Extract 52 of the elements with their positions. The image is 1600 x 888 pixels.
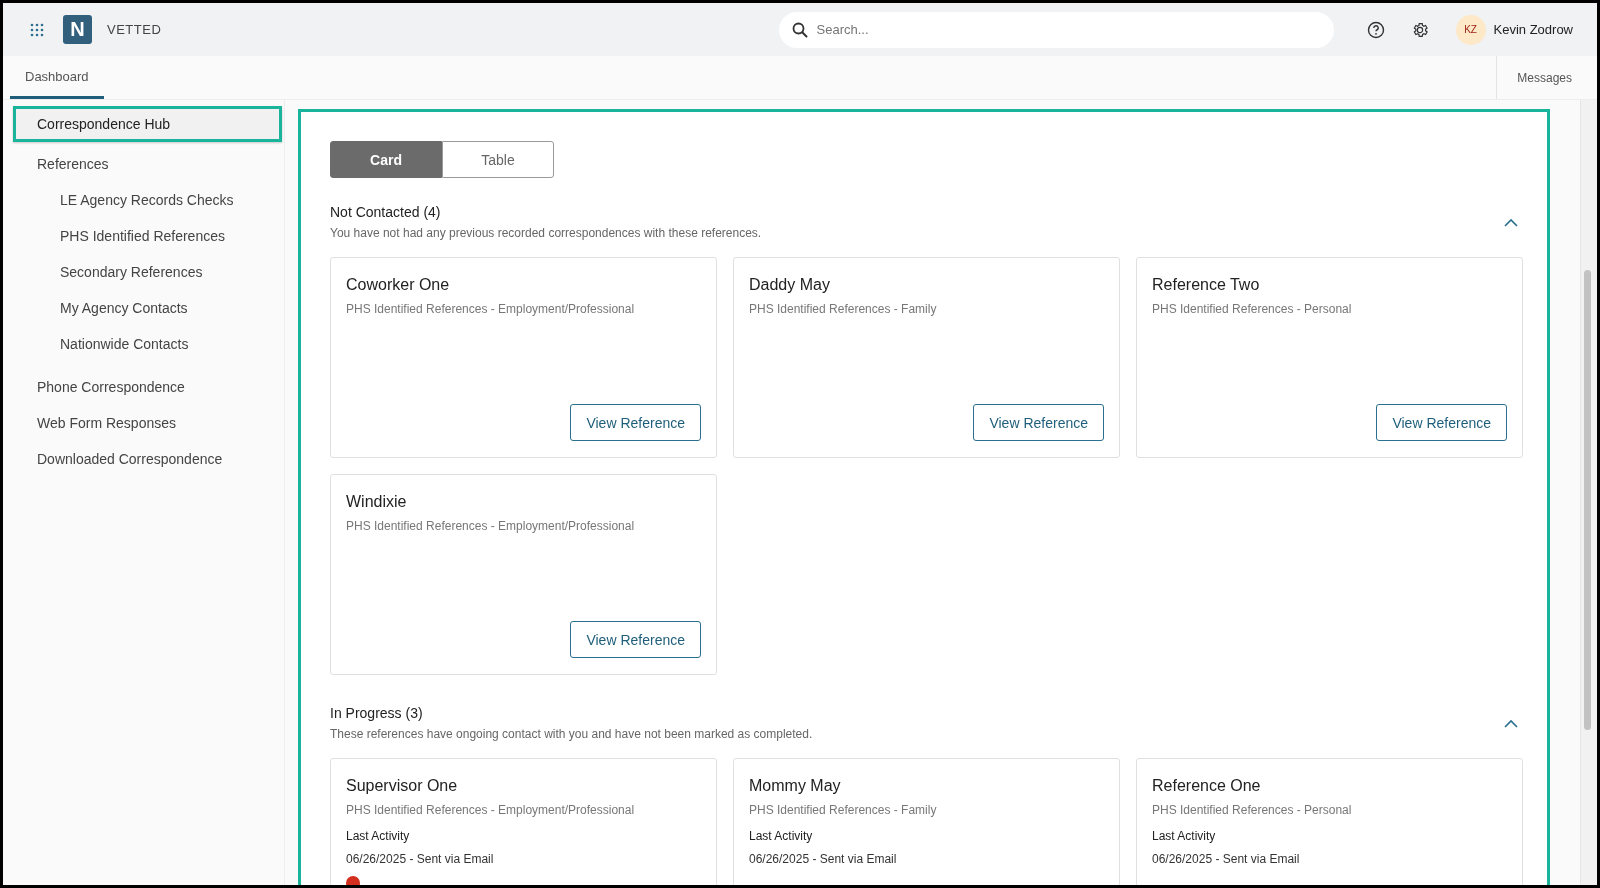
sidebar-subitem[interactable]: Nationwide Contacts (13, 326, 284, 362)
sidebar-item[interactable]: Phone Correspondence (13, 369, 282, 405)
search-field[interactable]: Search... (778, 11, 1334, 48)
view-toggle-button[interactable]: Card (330, 141, 442, 178)
sidebar-subitem[interactable]: PHS Identified References (13, 218, 284, 254)
reference-category: PHS Identified References - Family (749, 302, 938, 316)
activity-label: Last Activity (1152, 829, 1217, 843)
reference-name: Windixie (346, 493, 408, 511)
section-title: In Progress (3) (330, 705, 424, 721)
activity-label: Last Activity (749, 829, 814, 843)
view-reference-button[interactable]: View Reference (1376, 404, 1507, 441)
section-description: You have not had any previous recorded correspondences with these references. (330, 226, 763, 240)
activity-label: Last Activity (346, 829, 411, 843)
scrollbar[interactable] (1580, 100, 1597, 885)
sidebar-item[interactable]: Web Form Responses (13, 405, 282, 441)
sidebar-item[interactable]: Downloaded Correspondence (13, 441, 282, 477)
sidebar-subitem[interactable]: LE Agency Records Checks (13, 182, 284, 218)
app-grid-icon[interactable] (30, 22, 44, 37)
reference-name: Coworker One (346, 276, 451, 294)
messages-tab[interactable]: Messages (1496, 56, 1597, 99)
view-reference-button[interactable]: View Reference (570, 621, 701, 658)
sidebar-subitem[interactable]: Secondary References (13, 254, 284, 290)
logo: N (63, 15, 92, 44)
reference-name: Reference One (1152, 777, 1262, 795)
user-name[interactable]: Kevin Zodrow (1493, 22, 1573, 37)
activity-text: 06/26/2025 - Sent via Email (749, 852, 898, 866)
reference-category: PHS Identified References - Personal (1152, 803, 1353, 817)
user-avatar[interactable]: KZ (1455, 14, 1486, 45)
scrollbar-thumb[interactable] (1584, 270, 1591, 730)
collapse-chevron-icon[interactable] (1504, 718, 1518, 728)
activity-text: 06/26/2025 - Sent via Email (346, 852, 495, 866)
help-icon[interactable] (1366, 20, 1385, 39)
section-description: These references have ongoing contact with you and have not been marked as completed. (330, 727, 814, 741)
section-title: Not Contacted (4) (330, 204, 442, 220)
sidebar-subitem[interactable]: My Agency Contacts (13, 290, 284, 326)
reference-name: Reference Two (1152, 276, 1261, 294)
sidebar-item[interactable]: References (13, 146, 282, 182)
reference-category: PHS Identified References - Personal (1152, 302, 1353, 316)
app-name: VETTED (107, 22, 162, 37)
reference-name: Mommy May (749, 777, 842, 795)
sidebar-item[interactable]: Correspondence Hub (13, 106, 282, 142)
view-toggle-button[interactable]: Table (442, 141, 554, 178)
view-reference-button[interactable]: View Reference (973, 404, 1104, 441)
reference-category: PHS Identified References - Employment/Professional (346, 803, 636, 817)
view-reference-button[interactable]: View Reference (570, 404, 701, 441)
reference-name: Daddy May (749, 276, 831, 294)
reference-category: PHS Identified References - Employment/Professional (346, 519, 636, 533)
activity-text: 06/26/2025 - Sent via Email (1152, 852, 1301, 866)
reference-name: Supervisor One (346, 777, 459, 795)
reference-category: PHS Identified References - Employment/Professional (346, 302, 636, 316)
reference-category: PHS Identified References - Family (749, 803, 938, 817)
collapse-chevron-icon[interactable] (1504, 217, 1518, 227)
